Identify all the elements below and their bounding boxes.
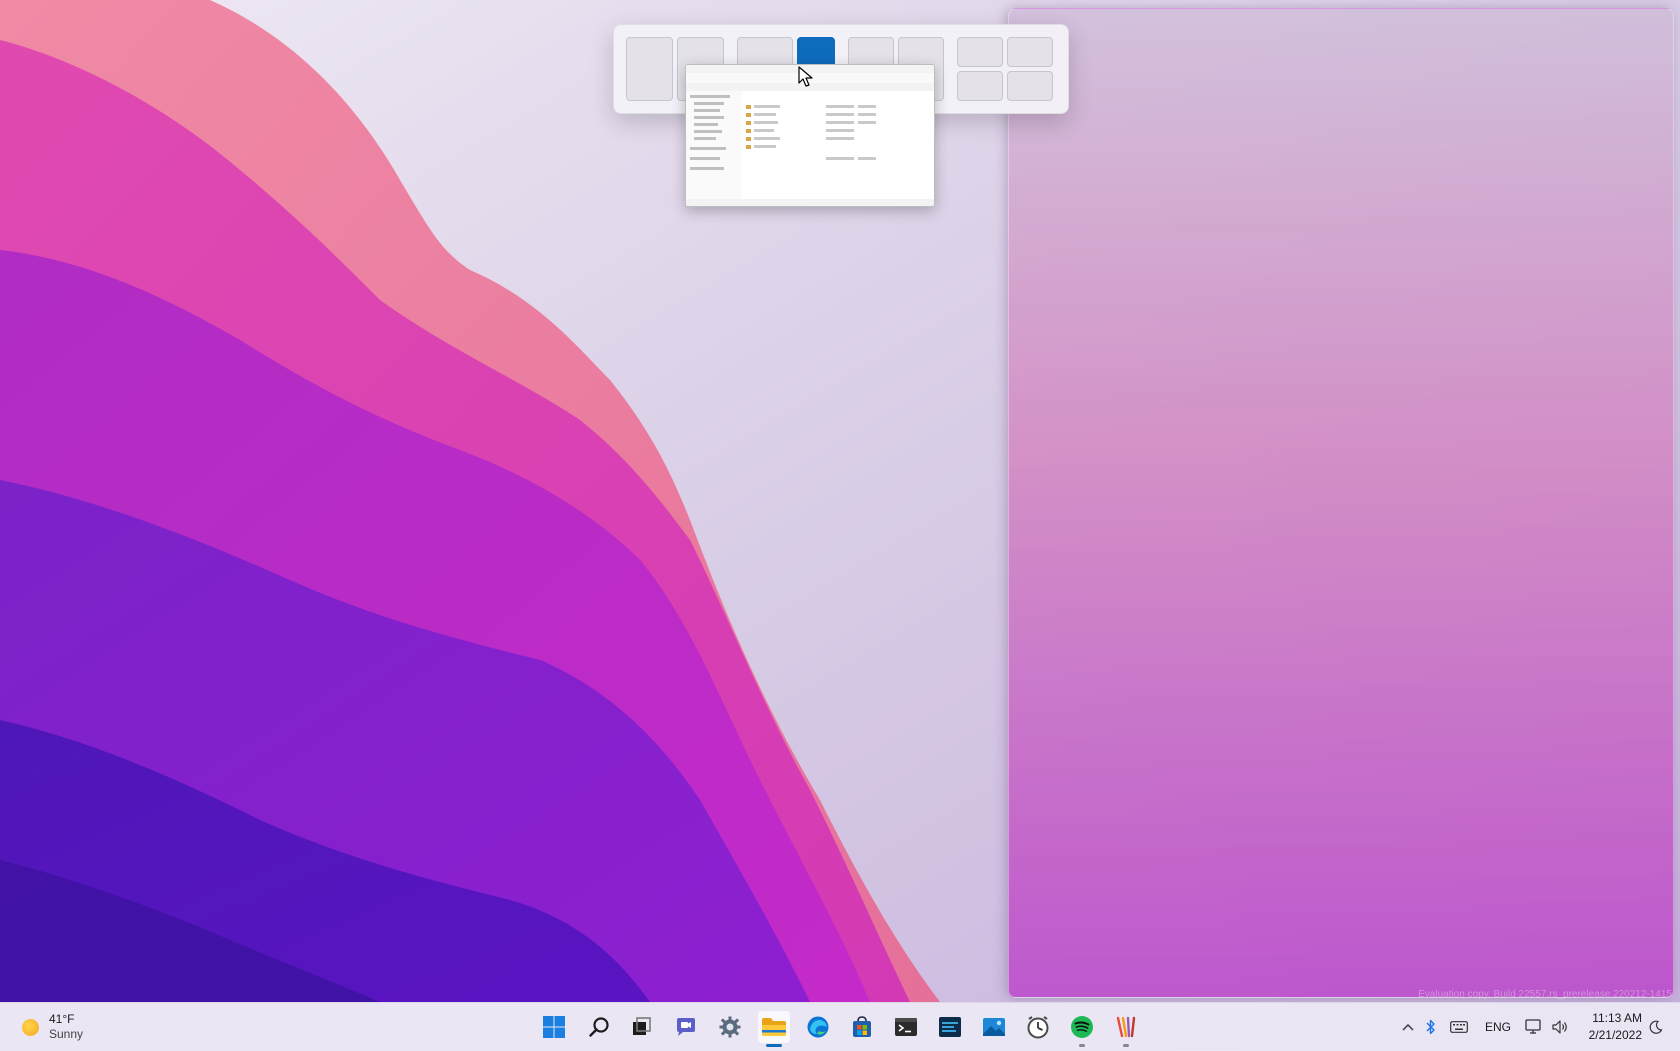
language-indicator[interactable]: ENG — [1482, 1003, 1514, 1051]
snap-zone-bottom-left[interactable] — [957, 71, 1003, 101]
running-app-indicator — [1079, 1044, 1085, 1047]
snap-zone-top-left[interactable] — [957, 37, 1003, 67]
mouse-cursor-icon — [798, 66, 813, 87]
spotify-icon — [1071, 1016, 1093, 1038]
start-button[interactable] — [538, 1011, 570, 1043]
weather-temperature: 41°F — [49, 1012, 75, 1026]
photos-app[interactable] — [978, 1011, 1010, 1043]
clock-date: 2/21/2022 — [1588, 1028, 1642, 1042]
desktop[interactable]: Evaluation copy. Build 22557.rs_prerelea… — [0, 0, 1680, 1002]
chevron-up-icon — [1402, 1024, 1414, 1031]
taskbar: 41°F Sunny ENG 11:13 AM 2/21/2022 — [0, 1002, 1680, 1051]
settings-app[interactable] — [714, 1011, 746, 1043]
task-view-icon — [633, 1017, 651, 1035]
network-icon — [1525, 1019, 1541, 1034]
snap-zone-bottom-right[interactable] — [1007, 71, 1053, 101]
weather-condition: Sunny — [49, 1027, 84, 1041]
terminal-icon — [895, 1018, 917, 1036]
snap-preview-zone — [1008, 8, 1674, 998]
folder-icon — [762, 1018, 786, 1036]
store-app[interactable] — [846, 1011, 878, 1043]
chat-icon — [677, 1018, 695, 1036]
network-button[interactable] — [1524, 1003, 1544, 1051]
focus-assist-button[interactable] — [1646, 1003, 1666, 1051]
search-icon — [589, 1017, 609, 1037]
generic-app[interactable] — [934, 1011, 966, 1043]
gear-icon — [719, 1016, 741, 1038]
snap-zone-left-half[interactable] — [626, 37, 673, 101]
edge-icon — [807, 1016, 829, 1038]
active-app-indicator — [766, 1044, 782, 1047]
weather-widget[interactable]: 41°F Sunny — [22, 1011, 83, 1043]
show-hidden-icons-button[interactable] — [1398, 1003, 1418, 1051]
search-button[interactable] — [583, 1011, 615, 1043]
terminal-app[interactable] — [890, 1011, 922, 1043]
windows-logo-icon — [543, 1016, 565, 1038]
store-icon — [853, 1016, 871, 1037]
sun-icon — [22, 1018, 39, 1036]
spotify-app[interactable] — [1066, 1011, 1098, 1047]
bluetooth-button[interactable] — [1422, 1003, 1440, 1051]
moon-icon — [1649, 1020, 1663, 1034]
clock-time: 11:13 AM — [1592, 1011, 1642, 1025]
volume-icon — [1552, 1020, 1567, 1034]
paint-icon — [1116, 1016, 1136, 1038]
snap-zone-top-right[interactable] — [1007, 37, 1053, 67]
file-explorer-app[interactable] — [758, 1011, 790, 1047]
clock-widget[interactable]: 11:13 AM 2/21/2022 — [1578, 1010, 1642, 1044]
evaluation-watermark: Evaluation copy. Build 22557.rs_prerelea… — [1418, 989, 1672, 1000]
clock-app[interactable] — [1022, 1011, 1054, 1043]
task-view-button[interactable] — [626, 1011, 658, 1043]
bluetooth-icon — [1426, 1019, 1435, 1035]
keyboard-icon — [1450, 1021, 1468, 1033]
teams-chat-button[interactable] — [670, 1011, 702, 1043]
app-tile-icon — [939, 1017, 961, 1037]
edge-app[interactable] — [802, 1011, 834, 1043]
photos-icon — [983, 1018, 1005, 1036]
clock-icon — [1027, 1016, 1049, 1039]
touch-keyboard-button[interactable] — [1448, 1003, 1470, 1051]
paint-app[interactable] — [1110, 1011, 1142, 1047]
volume-button[interactable] — [1550, 1003, 1570, 1051]
running-app-indicator — [1123, 1044, 1129, 1047]
